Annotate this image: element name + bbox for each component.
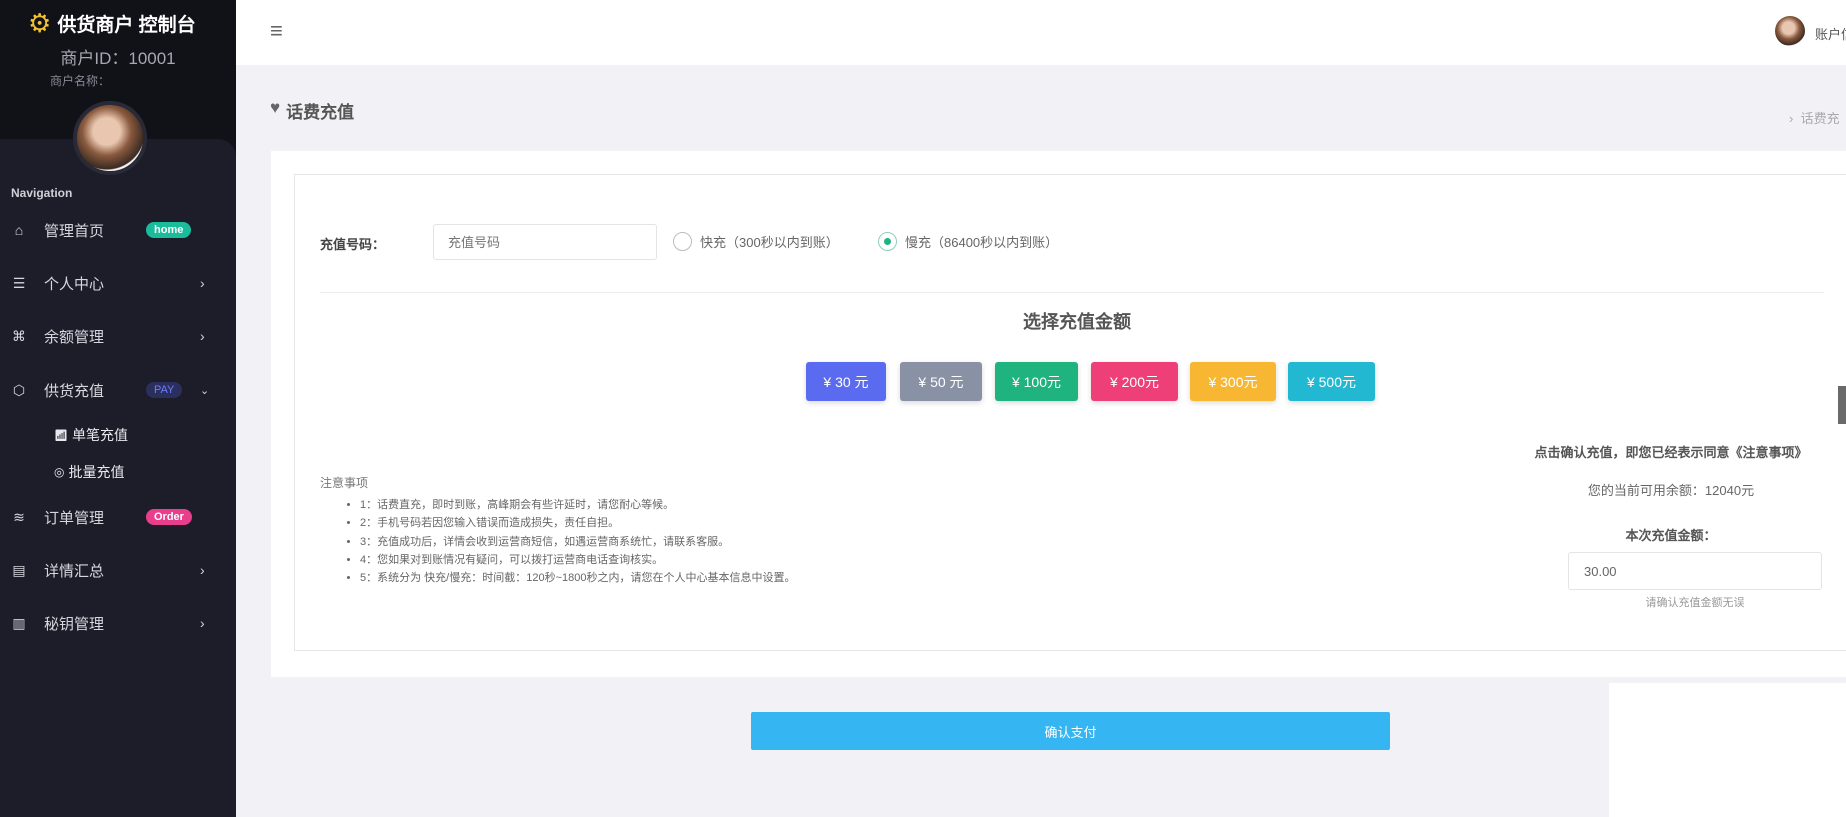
sidebar-item-keys[interactable]: ▥ 秘钥管理 › [0, 605, 236, 641]
phone-input[interactable] [433, 224, 657, 260]
amount-100-button[interactable]: ¥ 100元 [995, 362, 1078, 401]
map-icon: ▥ [12, 614, 26, 631]
chevron-right-icon: › [200, 328, 205, 344]
breadcrumb: › 话费充 [1789, 108, 1840, 127]
gear-check-icon: ⚙ [28, 8, 52, 38]
nav-label: 供货充值 [44, 382, 105, 400]
sidebar-subitem-batch[interactable]: ◎ 批量充值 [54, 462, 124, 482]
note-item: 2：手机号码若因您输入错误而造成损失，责任自担。 [360, 514, 795, 532]
layers-icon: ≋ [13, 508, 25, 525]
note-item: 5：系统分为 快充/慢充：时间截：120秒~1800秒之内，请您在个人中心基本信… [360, 569, 795, 587]
agreement-text: 点击确认充值，即您已经表示同意《注意事项》 [1534, 445, 1808, 460]
header-avatar[interactable] [1775, 16, 1805, 46]
merchant-name: 商户名称： [50, 74, 111, 88]
nav-label: 个人中心 [44, 275, 105, 293]
sub-label: 批量充值 [68, 464, 125, 480]
chevron-right-icon: › [200, 562, 205, 578]
note-item: 1：话费直充，即时到账，高峰期会有些许延时，请您耐心等候。 [360, 496, 795, 514]
top-header [236, 0, 1846, 65]
signal-icon: 📶︎ [54, 429, 68, 442]
sidebar-subitem-single[interactable]: 📶︎ 单笔充值 [54, 425, 128, 445]
scrollbar-thumb[interactable] [1838, 386, 1846, 424]
home-badge: home [146, 222, 192, 238]
page-title: ♥ 话费充值 [270, 98, 354, 123]
sidebar-item-recharge[interactable]: ⬡ 供货充值 PAY ⌄ [0, 372, 236, 408]
heart-icon: ♥ [270, 98, 281, 117]
nav-label: 管理首页 [44, 222, 105, 240]
cube-icon: ⬡ [12, 381, 26, 398]
app-title: 供货商户 控制台 [57, 15, 196, 36]
nav-heading: Navigation [11, 186, 73, 200]
sidebar-item-profile[interactable]: ☰ 个人中心 › [0, 265, 236, 301]
radio-label: 快充（300秒以内到账） [700, 235, 839, 250]
list-icon: ☰ [12, 274, 26, 291]
note-item: 3：充值成功后，详情会收到运营商短信，如遇运营商系统忙，请联系客服。 [360, 533, 795, 551]
menu-toggle-icon[interactable]: ≡ [270, 18, 283, 44]
app-logo[interactable]: ⚙ 供货商户 控制台 [28, 8, 196, 39]
home-icon: ⌂ [14, 222, 24, 238]
phone-label: 充值号码： [320, 237, 386, 252]
nav-label: 详情汇总 [44, 562, 105, 580]
nav-label: 秘钥管理 [44, 615, 105, 633]
amount-input[interactable] [1568, 552, 1822, 590]
amount-500-button[interactable]: ¥ 500元 [1288, 362, 1375, 401]
sidebar-item-balance[interactable]: ⌘ 余额管理 › [0, 318, 236, 354]
amount-label: 本次充值金额： [1625, 528, 1717, 543]
confirm-pay-button[interactable]: 确认支付 [751, 712, 1390, 750]
merchant-id: 商户ID：10001 [60, 49, 176, 68]
blank-panel [1609, 683, 1846, 817]
balance-text: 您的当前可用余额：12040元 [1587, 483, 1755, 498]
nav-label: 余额管理 [44, 328, 105, 346]
sidebar-item-details[interactable]: ▤ 详情汇总 › [0, 552, 236, 588]
account-menu[interactable]: 账户信 [1815, 24, 1846, 43]
amount-30-button[interactable]: ¥ 30 元 [806, 362, 886, 401]
chevron-right-icon: › [200, 275, 205, 291]
pay-badge: PAY [146, 382, 183, 398]
batch-icon: ◎ [54, 465, 65, 479]
amount-200-button[interactable]: ¥ 200元 [1091, 362, 1178, 401]
avatar[interactable] [73, 101, 147, 175]
radio-slow[interactable]: 慢充（86400秒以内到账） [878, 232, 1058, 251]
divider [320, 292, 1824, 293]
order-badge: Order [146, 509, 192, 525]
amount-heading: 选择充值金额 [1023, 312, 1131, 332]
radio-label: 慢充（86400秒以内到账） [905, 235, 1059, 250]
page-title-text: 话费充值 [286, 103, 355, 122]
sidebar-item-home[interactable]: ⌂ 管理首页 home [0, 212, 236, 248]
breadcrumb-item[interactable]: 话费充 [1801, 111, 1840, 126]
sidebar-item-orders[interactable]: ≋ 订单管理 Order [0, 499, 236, 535]
amount-hint: 请确认充值金额无误 [1645, 597, 1745, 609]
chevron-right-icon: › [200, 615, 205, 631]
notes-title: 注意事项 [320, 476, 369, 490]
nav-label: 订单管理 [44, 509, 105, 527]
amount-300-button[interactable]: ¥ 300元 [1190, 362, 1276, 401]
notes-list: 1：话费直充，即时到账，高峰期会有些许延时，请您耐心等候。 2：手机号码若因您输… [346, 496, 795, 587]
radio-fast[interactable]: 快充（300秒以内到账） [673, 232, 839, 251]
sub-label: 单笔充值 [71, 427, 128, 443]
note-item: 4：您如果对到账情况有疑问，可以拨打运营商电话查询核实。 [360, 551, 795, 569]
document-icon: ▤ [12, 561, 26, 578]
radio-unchecked-icon [673, 232, 692, 251]
command-icon: ⌘ [12, 327, 26, 344]
chevron-down-icon: ⌄ [200, 384, 210, 397]
amount-50-button[interactable]: ¥ 50 元 [900, 362, 982, 401]
radio-checked-icon [878, 232, 897, 251]
breadcrumb-separator-icon: › [1789, 111, 1801, 126]
